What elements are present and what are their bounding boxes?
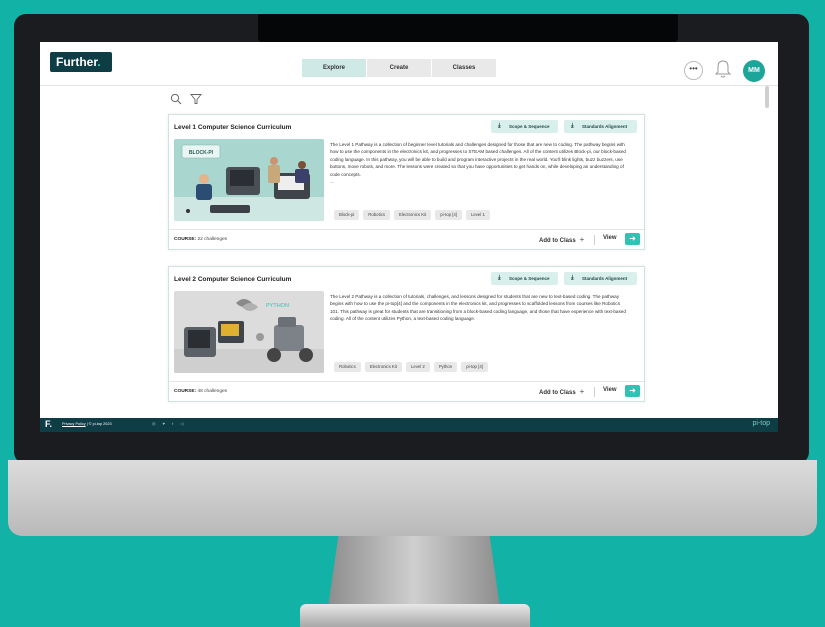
- download-icon: ⤓: [571, 123, 574, 129]
- course-label: COURSE:: [174, 237, 197, 242]
- standards-alignment-button[interactable]: ⤓ Standards Alignment: [564, 272, 637, 285]
- course-tags: Robotics Electronics Kit Level 2 Python …: [334, 362, 492, 372]
- course-count: COURSE: 22 challenges: [174, 237, 227, 242]
- course-tags: Block-pi Robotics Electronics Kit pi-top…: [334, 210, 494, 220]
- footer-links: Privacy Policy | © pi-top 2023: [62, 422, 112, 426]
- download-icon: ⤓: [498, 123, 501, 129]
- monitor-camera-bar: [258, 14, 678, 42]
- course-description-text: The Level 1 Pathway is a collection of b…: [330, 142, 626, 177]
- page-footer: F. Privacy Policy | © pi-top 2023 ◎ ♥ f …: [40, 418, 778, 432]
- course-label: COURSE:: [174, 389, 197, 394]
- tag[interactable]: Electronics Kit: [394, 210, 432, 220]
- footer-brand: pi-top: [752, 420, 770, 427]
- course-description: The Level 2 Pathway is a collection of t…: [330, 293, 630, 323]
- tag[interactable]: Robotics: [334, 362, 361, 372]
- course-card[interactable]: Level 2 Computer Science Curriculum ⤓ Sc…: [168, 266, 645, 402]
- privacy-policy-link[interactable]: Privacy Policy: [62, 422, 86, 426]
- view-button-label[interactable]: View: [603, 235, 617, 241]
- download-icon: ⤓: [498, 275, 501, 281]
- copyright-text: © pi-top 2023: [88, 422, 112, 426]
- tag[interactable]: Level 2: [405, 362, 430, 372]
- tag[interactable]: pi-top [4]: [461, 362, 488, 372]
- course-count: COURSE: 48 challenges: [174, 389, 227, 394]
- plus-icon: +: [579, 235, 585, 244]
- arrow-right-icon[interactable]: ➜: [625, 233, 640, 245]
- course-title: Level 2 Computer Science Curriculum: [174, 276, 292, 283]
- illustration-label: PYTHON: [266, 303, 289, 309]
- view-button-label[interactable]: View: [603, 387, 617, 393]
- filter-icon[interactable]: [190, 93, 202, 105]
- standards-alignment-button[interactable]: ⤓ Standards Alignment: [564, 120, 637, 133]
- footer-logo: F.: [45, 419, 53, 429]
- social-icons[interactable]: ◎ ♥ f ◁: [152, 421, 186, 426]
- challenge-count: 22 challenges: [197, 237, 228, 242]
- footer-separator: |: [86, 422, 88, 426]
- card-footer: COURSE: 22 challenges Add to Class + View…: [169, 229, 644, 249]
- add-to-class-button[interactable]: Add to Class +: [539, 387, 584, 396]
- bell-icon[interactable]: [714, 59, 732, 79]
- monitor-chin: [8, 460, 817, 536]
- tag[interactable]: pi-top [4]: [435, 210, 462, 220]
- tag[interactable]: Block-pi: [334, 210, 360, 220]
- standards-alignment-label: Standards Alignment: [582, 276, 628, 281]
- tag[interactable]: Electronics Kit: [364, 362, 402, 372]
- tab-classes[interactable]: Classes: [432, 59, 496, 77]
- course-illustration: BLOCK-PI: [174, 139, 324, 221]
- course-illustration: PYTHON: [174, 291, 324, 373]
- app-screen: Further. Explore Create Classes ••• MM L…: [40, 42, 778, 432]
- top-bar: Further. Explore Create Classes ••• MM: [40, 42, 778, 86]
- course-card[interactable]: Level 1 Computer Science Curriculum ⤓ Sc…: [168, 114, 645, 250]
- add-to-class-label: Add to Class: [539, 390, 576, 396]
- main-nav-tabs: Explore Create Classes: [302, 59, 497, 77]
- scrollbar[interactable]: [765, 86, 769, 108]
- description-ellipsis: ...: [330, 179, 334, 185]
- footer-divider: [594, 235, 595, 245]
- search-icon[interactable]: [170, 93, 182, 105]
- standards-alignment-label: Standards Alignment: [582, 124, 628, 129]
- card-footer: COURSE: 48 challenges Add to Class + View…: [169, 381, 644, 401]
- scope-sequence-label: Scope & Sequence: [509, 276, 550, 281]
- logo-text: Further: [56, 55, 98, 69]
- user-avatar[interactable]: MM: [743, 60, 765, 82]
- course-description-text: The Level 2 Pathway is a collection of t…: [330, 294, 626, 322]
- plus-icon: +: [579, 387, 585, 396]
- monitor-stand-base: [300, 604, 530, 627]
- add-to-class-button[interactable]: Add to Class +: [539, 235, 584, 244]
- tab-explore[interactable]: Explore: [302, 59, 366, 77]
- download-icon: ⤓: [571, 275, 574, 281]
- monitor-stand: [328, 536, 500, 608]
- scope-sequence-button[interactable]: ⤓ Scope & Sequence: [491, 272, 558, 285]
- tag[interactable]: Python: [433, 362, 458, 372]
- illustration-label: BLOCK-PI: [189, 150, 214, 156]
- challenge-count: 48 challenges: [197, 389, 228, 394]
- course-title: Level 1 Computer Science Curriculum: [174, 124, 292, 131]
- scope-sequence-label: Scope & Sequence: [509, 124, 550, 129]
- tag[interactable]: Robotics: [363, 210, 391, 220]
- arrow-right-icon[interactable]: ➜: [625, 385, 640, 397]
- tab-create[interactable]: Create: [367, 59, 431, 77]
- scope-sequence-button[interactable]: ⤓ Scope & Sequence: [491, 120, 558, 133]
- more-options-button[interactable]: •••: [684, 61, 703, 80]
- further-logo[interactable]: Further.: [50, 52, 112, 72]
- add-to-class-label: Add to Class: [539, 238, 576, 244]
- tag[interactable]: Level 1: [465, 210, 490, 220]
- footer-divider: [594, 387, 595, 397]
- logo-mark: .: [97, 55, 101, 69]
- course-description: The Level 1 Pathway is a collection of b…: [330, 141, 630, 185]
